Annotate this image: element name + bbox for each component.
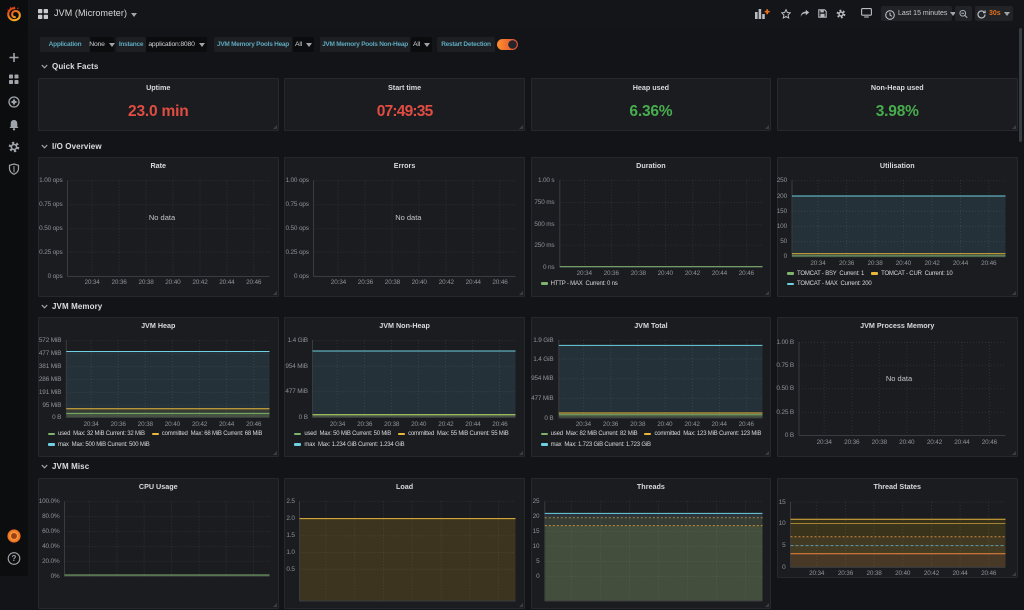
svg-text:?: ? — [12, 554, 17, 563]
